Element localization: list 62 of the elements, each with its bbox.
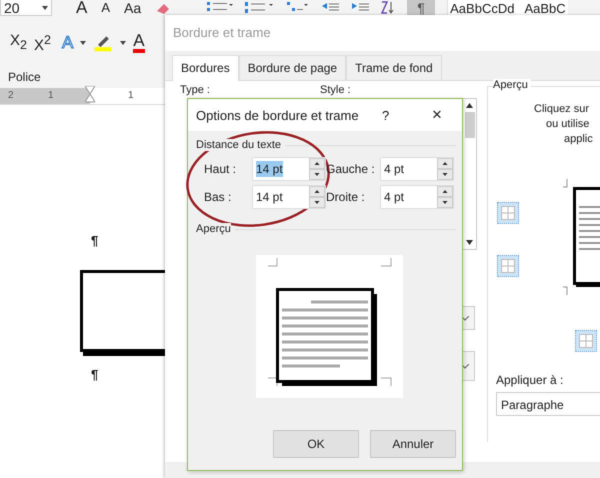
- help-button[interactable]: ?: [382, 108, 396, 122]
- instruction-text: Cliquez sur: [534, 103, 590, 115]
- border-toggle-button[interactable]: [497, 202, 519, 224]
- field-label: Haut :: [204, 162, 238, 176]
- spin-down-icon[interactable]: [309, 197, 325, 208]
- spin-up-icon[interactable]: [309, 186, 325, 197]
- section-title: Distance du texte: [196, 139, 281, 151]
- change-case-button[interactable]: Aa: [124, 0, 142, 16]
- group-label: Aperçu: [493, 79, 531, 91]
- instruction-text: ou utilise: [546, 118, 590, 130]
- dialog-button[interactable]: Annuler: [370, 430, 456, 458]
- apply-label: Appliquer à :: [496, 373, 564, 387]
- font-size-field[interactable]: 20: [0, 0, 52, 16]
- field-label: Bas :: [204, 190, 232, 204]
- spin-down-icon[interactable]: [309, 169, 325, 180]
- show-marks-button[interactable]: ¶: [407, 0, 436, 16]
- paragraph-mark: ¶: [91, 367, 98, 382]
- close-button[interactable]: ×: [432, 105, 448, 125]
- caret-icon: [80, 41, 86, 45]
- grid-icon: [501, 259, 515, 273]
- multilevel-list-icon[interactable]: [287, 2, 310, 14]
- spin-up-icon[interactable]: [437, 158, 453, 169]
- numbered-list-icon[interactable]: [245, 2, 276, 14]
- shrink-font-button[interactable]: A: [101, 0, 110, 16]
- superscript-button[interactable]: X$^{2}$: [34, 32, 51, 54]
- spin-field[interactable]: 14 pt: [252, 157, 326, 181]
- section-title: Aperçu: [196, 223, 231, 235]
- font-color-button[interactable]: A: [133, 33, 145, 53]
- caret-icon: [120, 41, 126, 45]
- scrollbar-thumb[interactable]: [465, 112, 475, 138]
- tab[interactable]: Bordures: [172, 55, 239, 81]
- spin-down-icon[interactable]: [437, 169, 453, 180]
- spin-field[interactable]: 4 pt: [380, 185, 454, 209]
- dialog-button[interactable]: OK: [273, 430, 359, 458]
- spin-up-icon[interactable]: [309, 158, 325, 169]
- scroll-up-icon[interactable]: [466, 103, 473, 108]
- style-preset[interactable]: AaBbCcDd: [450, 0, 514, 16]
- field-label: Droite :: [326, 190, 366, 204]
- sort-icon[interactable]: [381, 1, 396, 15]
- border-toggle-button[interactable]: [497, 255, 519, 277]
- grow-font-button[interactable]: A: [76, 0, 88, 16]
- style-preset[interactable]: AaBbC: [524, 0, 566, 16]
- instruction-text: applic: [564, 133, 593, 145]
- indent-marker-icon[interactable]: [85, 86, 95, 104]
- grid-icon: [579, 334, 593, 348]
- subscript-button[interactable]: X$_{2}$: [10, 33, 27, 53]
- eraser-icon[interactable]: [155, 2, 172, 14]
- spin-down-icon[interactable]: [437, 197, 453, 208]
- bullet-list-icon[interactable]: [207, 2, 234, 14]
- dialog-title: Options de bordure et trame: [196, 108, 360, 122]
- caret-icon: [42, 6, 48, 10]
- paragraph-mark: ¶: [91, 233, 98, 248]
- spin-up-icon[interactable]: [437, 186, 453, 197]
- grid-icon: [501, 206, 515, 220]
- apply-dropdown[interactable]: Paragraphe: [496, 392, 600, 416]
- window-title: Bordure et trame: [172, 24, 272, 42]
- scroll-down-icon[interactable]: [466, 240, 473, 245]
- border-toggle-button[interactable]: [575, 330, 597, 352]
- spin-field[interactable]: 14 pt: [252, 185, 326, 209]
- spin-field[interactable]: 4 pt: [380, 157, 454, 181]
- tab[interactable]: Trame de fond: [346, 55, 442, 80]
- tab[interactable]: Bordure de page: [238, 55, 346, 80]
